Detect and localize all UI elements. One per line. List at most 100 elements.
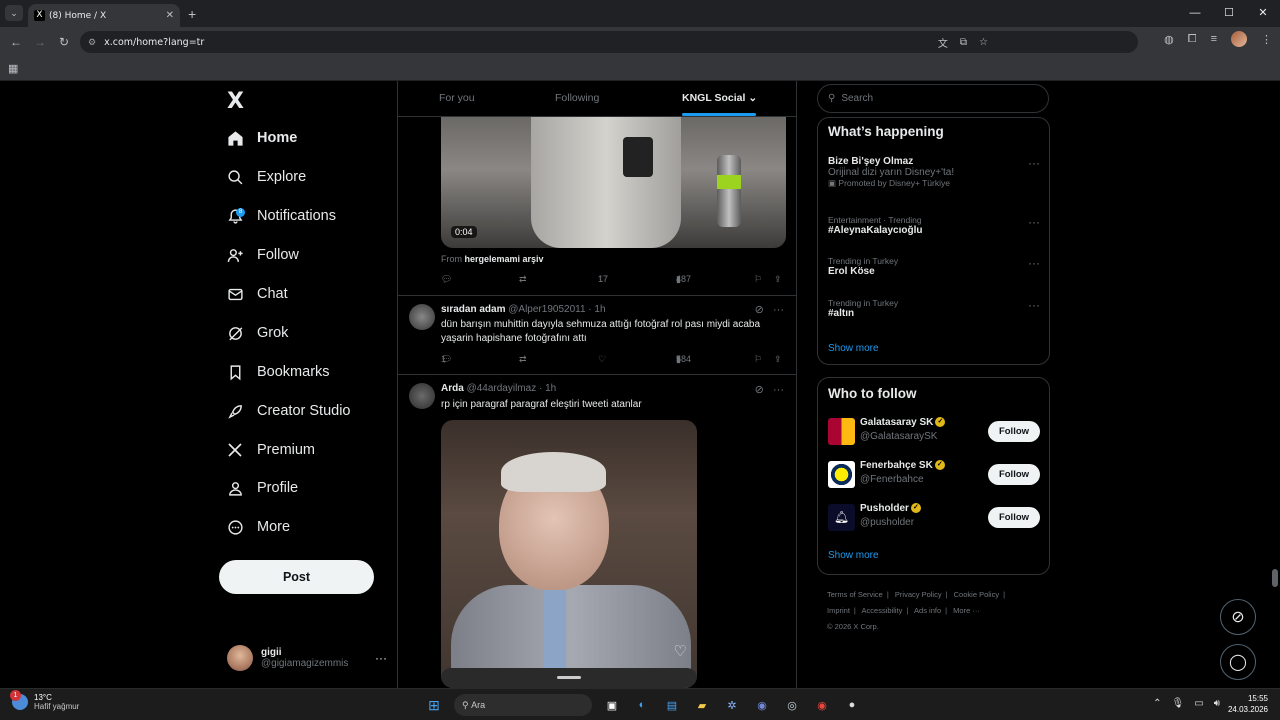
nav-grok[interactable]: Grok [226, 319, 288, 347]
grok-icon[interactable]: ⊘ [755, 384, 764, 396]
tab-kngl-social[interactable]: KNGL Social ⌄ [682, 92, 757, 104]
author-name[interactable]: sıradan adam [441, 304, 505, 315]
more-icon[interactable]: ··· [773, 304, 784, 316]
account-switcher[interactable]: gigii @gigiamagizemmis ··· [227, 643, 387, 673]
browser-profile-avatar[interactable] [1231, 31, 1247, 47]
tweet-video[interactable]: ♡ [441, 420, 697, 688]
tab-search-button[interactable]: ⌄ [5, 5, 23, 21]
footer-more[interactable]: More ··· [953, 606, 980, 615]
grok-fab-icon[interactable]: ⊘ [1220, 599, 1256, 635]
windows-start-icon[interactable]: ⊞ [424, 695, 444, 715]
store-icon[interactable]: ▤ [662, 695, 682, 715]
install-app-icon[interactable]: ⧉ [960, 37, 967, 48]
discord-icon[interactable]: ◉ [752, 695, 772, 715]
trend-item[interactable]: Trending in Turkey #altın ··· [828, 298, 1040, 319]
minimize-button[interactable]: — [1178, 0, 1212, 27]
bookmark-tweet-icon[interactable]: ⚐ [754, 274, 762, 285]
trend-more-icon[interactable]: ··· [1028, 156, 1040, 170]
follow-suggestion[interactable]: 🔔︎ Pusholder ✓ @pusholder Follow [828, 503, 1040, 533]
nav-more[interactable]: More [226, 513, 290, 541]
chat-fab-icon[interactable]: ◯ [1220, 644, 1256, 680]
heart-icon[interactable]: ♡ [598, 354, 606, 365]
settings-icon[interactable]: ✲ [722, 695, 742, 715]
video-source[interactable]: From hergelemami arşiv [441, 254, 544, 264]
x-logo[interactable]: X [227, 89, 244, 114]
nav-explore[interactable]: Explore [226, 163, 306, 191]
volume-icon[interactable]: 🔊︎ [1214, 698, 1220, 709]
clock[interactable]: 15:55 24.03.2026 [1228, 693, 1268, 715]
follow-suggestion[interactable]: Fenerbahçe SK ✓ @Fenerbahce Follow [828, 460, 1040, 490]
drag-handle[interactable] [557, 676, 581, 679]
avatar[interactable] [409, 304, 435, 330]
trend-item[interactable]: Trending in Turkey Erol Köse ··· [828, 256, 1040, 277]
follow-button[interactable]: Follow [988, 421, 1040, 442]
puzzle-icon[interactable]: ⧠ [1188, 33, 1197, 46]
tab-following[interactable]: Following [555, 92, 599, 104]
network-icon[interactable]: ▭ [1194, 698, 1203, 709]
reply-icon[interactable]: 💬︎ [441, 274, 452, 285]
footer-imprint[interactable]: Imprint [827, 606, 850, 615]
footer-terms[interactable]: Terms of Service [827, 590, 883, 599]
more-icon[interactable]: ··· [773, 384, 784, 396]
site-info-icon[interactable]: ⚙ [88, 37, 96, 48]
footer-accessibility[interactable]: Accessibility [862, 606, 903, 615]
tray-chevron-icon[interactable]: ⌃ [1153, 698, 1161, 709]
tweet-video[interactable]: 0:04 [441, 117, 786, 248]
nav-home[interactable]: Home [226, 124, 297, 152]
search-input[interactable]: ⚲ Search [817, 84, 1049, 113]
follow-button[interactable]: Follow [988, 464, 1040, 485]
tab-close-icon[interactable]: ✕ [166, 10, 174, 21]
retweet-icon[interactable]: ⇄ [519, 274, 527, 285]
nav-premium[interactable]: Premium [226, 436, 315, 464]
reading-list-icon[interactable]: ≡ [1211, 33, 1217, 45]
show-more-link[interactable]: Show more [828, 550, 879, 561]
bookmark-tweet-icon[interactable]: ⚐ [754, 354, 762, 365]
trend-item[interactable]: Bize Bi'şey Olmaz Orijinal dizi yarın Di… [828, 156, 1040, 189]
footer-ads[interactable]: Ads info [914, 606, 941, 615]
share-icon[interactable]: ⇪ [774, 274, 782, 285]
scrollbar[interactable] [1272, 569, 1278, 587]
close-window-button[interactable]: ✕ [1246, 0, 1280, 27]
forward-icon[interactable]: → [28, 35, 52, 49]
share-icon[interactable]: ⇪ [774, 354, 782, 365]
author-name[interactable]: Arda [441, 383, 464, 394]
task-view-icon[interactable]: ▣ [602, 695, 622, 715]
retweet-icon[interactable]: ⇄ [519, 354, 527, 365]
trend-more-icon[interactable]: ··· [1028, 215, 1040, 229]
bookmark-star-icon[interactable]: ☆ [979, 37, 988, 48]
taskbar-search[interactable]: ⚲ Ara [454, 694, 592, 716]
translate-icon[interactable]: 文 [938, 35, 948, 50]
footer-cookie[interactable]: Cookie Policy [954, 590, 999, 599]
apps-grid-icon[interactable]: ▦ [8, 62, 18, 75]
nav-profile[interactable]: Profile [226, 474, 298, 502]
nav-creator-studio[interactable]: Creator Studio [226, 397, 351, 425]
heart-icon[interactable]: ♡ [674, 642, 687, 660]
steam-icon[interactable]: ◎ [782, 695, 802, 715]
grok-icon[interactable]: ⊘ [755, 304, 764, 316]
tab-for-you[interactable]: For you [439, 92, 475, 104]
avatar[interactable] [409, 383, 435, 409]
nav-notifications[interactable]: 8 Notifications [226, 202, 336, 230]
address-bar[interactable]: ⚙ x.com/home?lang=tr 文 ⧉ ☆ [80, 31, 1138, 53]
browser-menu-icon[interactable]: ⋮ [1261, 33, 1272, 46]
file-explorer-icon[interactable]: ▰ [692, 695, 712, 715]
nav-bookmarks[interactable]: Bookmarks [226, 358, 330, 386]
trend-item[interactable]: Entertainment · Trending #AleynaKalaycıo… [828, 215, 1040, 236]
nav-chat[interactable]: Chat [226, 280, 288, 308]
chrome-icon[interactable]: ◉ [812, 695, 832, 715]
trend-more-icon[interactable]: ··· [1028, 298, 1040, 312]
account-more-icon[interactable]: ··· [375, 651, 387, 665]
weather-widget[interactable]: 1 13°C Hafif yağmur [10, 690, 79, 711]
reload-icon[interactable]: ↻ [52, 35, 76, 49]
edge-icon[interactable]: ◐ [632, 695, 652, 715]
show-more-link[interactable]: Show more [828, 343, 879, 354]
footer-privacy[interactable]: Privacy Policy [895, 590, 942, 599]
back-icon[interactable]: ← [4, 35, 28, 49]
browser-tab[interactable]: X (8) Home / X ✕ [28, 4, 180, 27]
follow-suggestion[interactable]: Galatasaray SK ✓ @GalatasaraySK Follow [828, 417, 1040, 447]
follow-button[interactable]: Follow [988, 507, 1040, 528]
trend-more-icon[interactable]: ··· [1028, 256, 1040, 270]
microphone-icon[interactable]: 🎙︎ [1172, 698, 1185, 709]
nav-follow[interactable]: Follow [226, 241, 299, 269]
post-button[interactable]: Post [219, 560, 374, 594]
